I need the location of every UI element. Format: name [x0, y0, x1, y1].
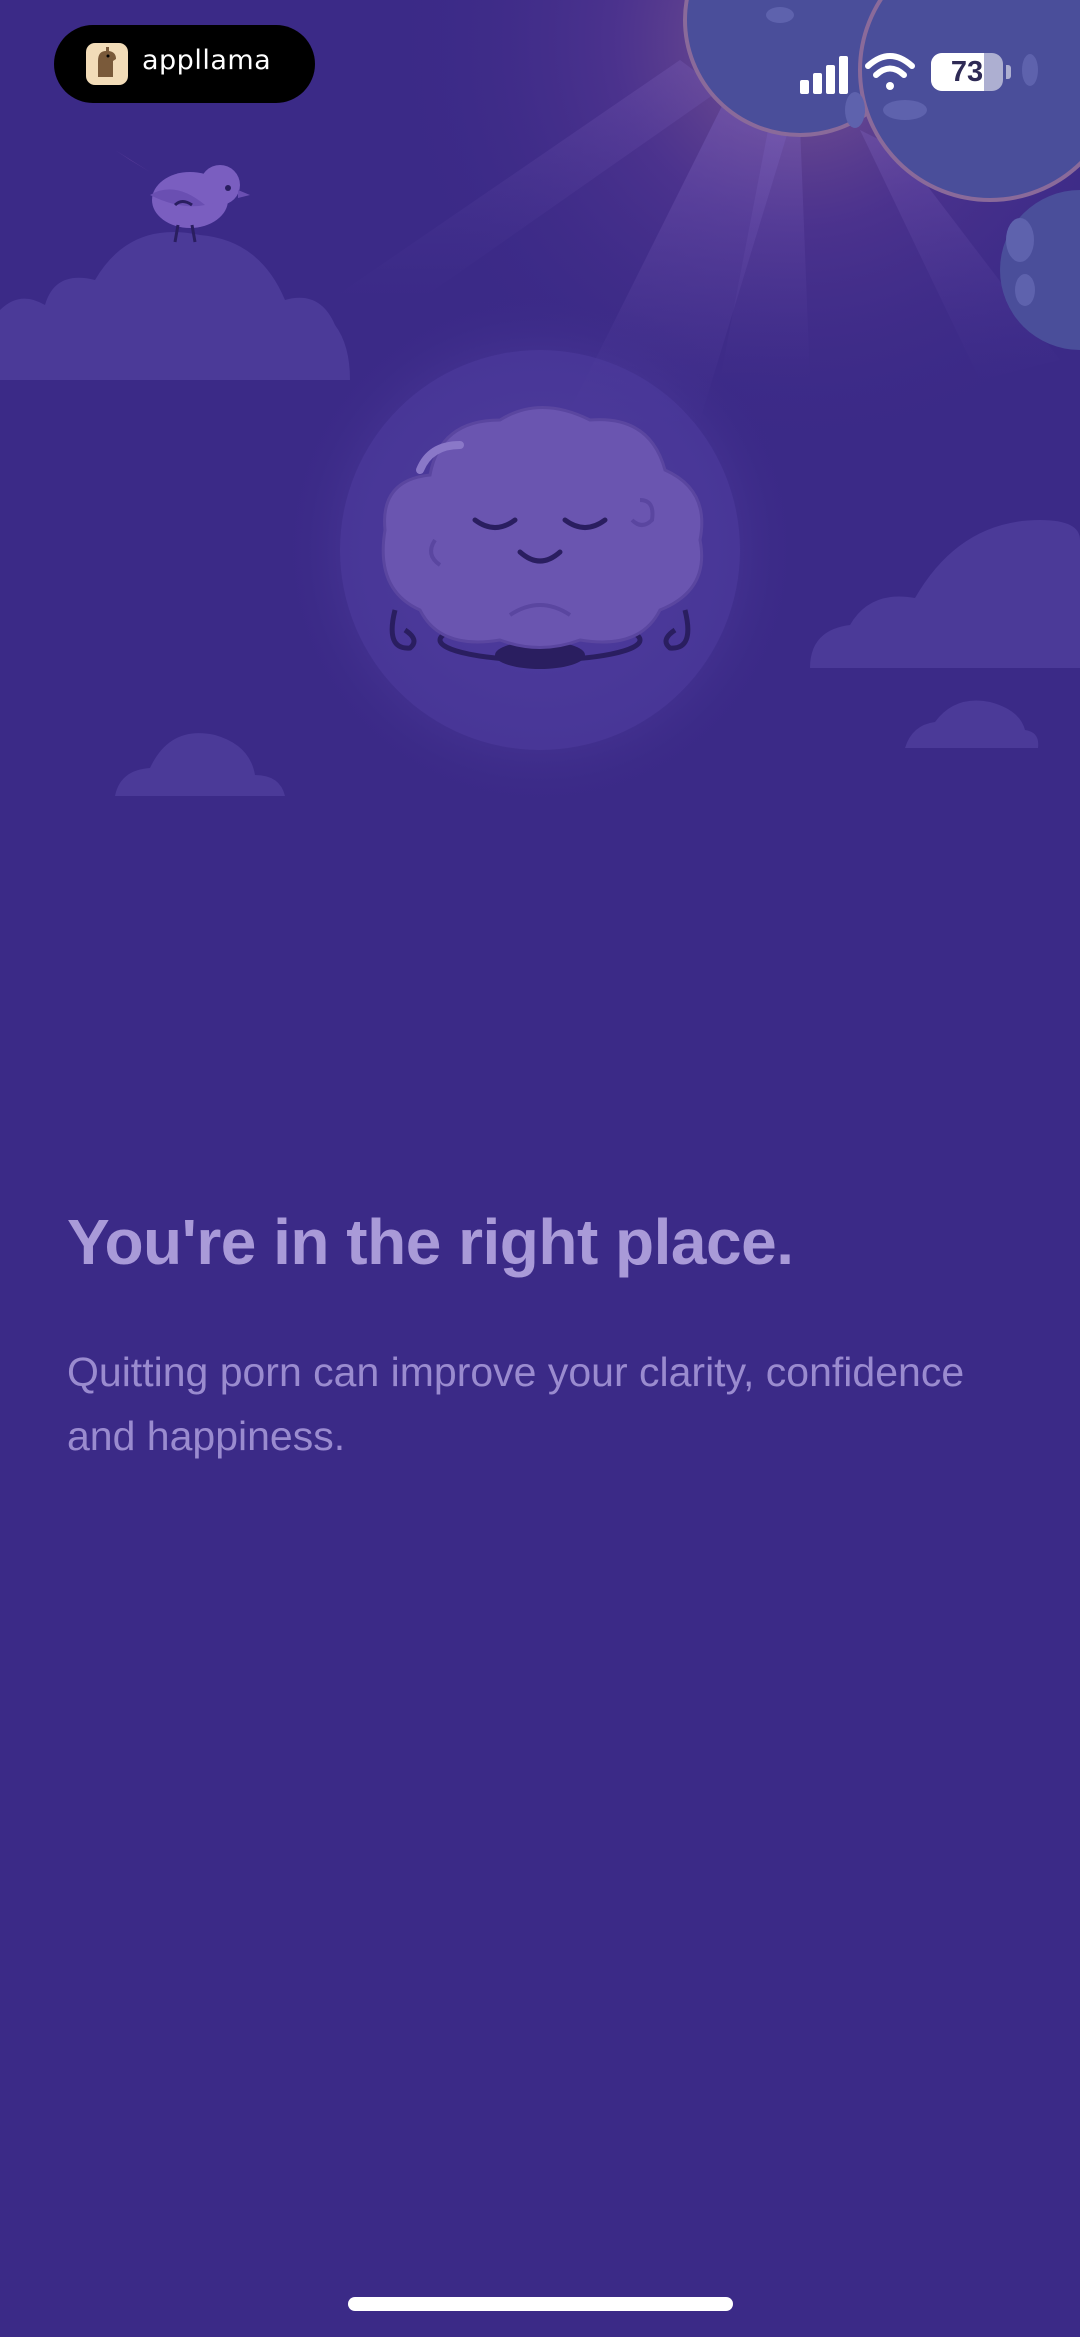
appllama-status-badge[interactable]: appllama — [54, 25, 315, 103]
onboarding-headline: You're in the right place. — [67, 1206, 794, 1278]
onboarding-illustration — [0, 0, 1080, 900]
battery-icon: 73 — [931, 53, 1003, 91]
cellular-signal-icon — [800, 56, 848, 94]
home-indicator[interactable] — [348, 2297, 733, 2311]
battery-level: 73 — [950, 56, 984, 88]
wifi-icon — [865, 53, 915, 90]
onboarding-body: Quitting porn can improve your clarity, … — [67, 1349, 965, 1459]
battery-cap — [1006, 65, 1011, 79]
llama-logo-icon — [86, 43, 128, 85]
badge-label: appllama — [142, 45, 272, 76]
